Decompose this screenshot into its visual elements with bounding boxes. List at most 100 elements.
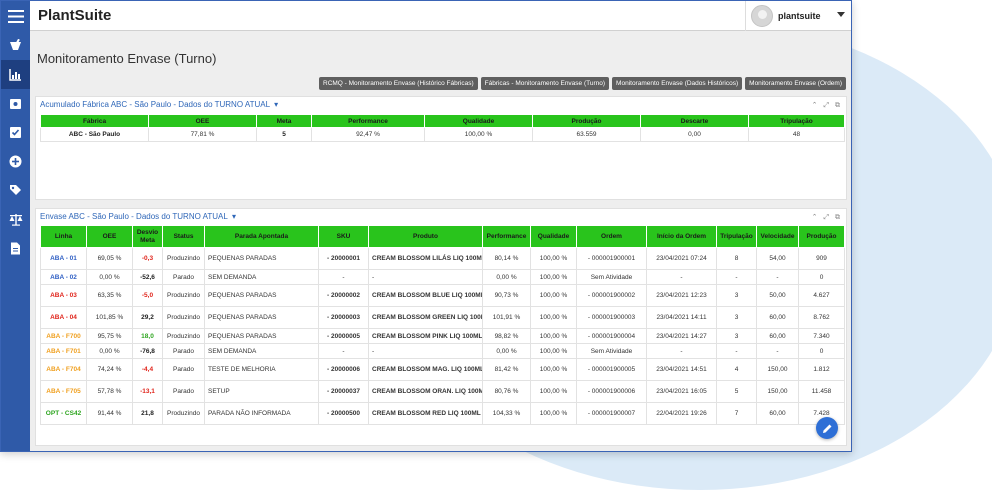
flask-icon[interactable] xyxy=(1,31,30,60)
scale-icon[interactable] xyxy=(1,205,30,234)
cell-ordem: - 000001900004 xyxy=(576,328,647,344)
cell-parada: PEQUENAS PARADAS xyxy=(204,328,319,344)
cell-linha: ABA - F700 xyxy=(40,328,87,344)
btn-fabricas-turno[interactable]: Fábricas - Monitoramento Envase (Turno) xyxy=(480,77,610,90)
app-window: PlantSuite plantsuite Monitoramento Enva… xyxy=(0,0,852,452)
factory-table: Fábrica OEE Meta Performance Qualidade Produç… xyxy=(40,114,845,142)
panel-tools-icon[interactable]: ⌃ ⤢ ⧉ xyxy=(812,213,842,222)
cell-perf: 98,82 % xyxy=(482,328,531,344)
table-row[interactable]: ABA - 01 69,05 % -0,3 Produzindo PEQUENAS PA… xyxy=(40,247,845,270)
cell-trip: 3 xyxy=(716,328,757,344)
menu-icon[interactable] xyxy=(1,1,30,31)
check-icon[interactable] xyxy=(1,118,30,147)
column-header: Desvio Meta xyxy=(132,225,163,248)
table-row[interactable]: OPT - CS42 91,44 % 21,8 Produzindo PARADA NÃ… xyxy=(40,402,845,425)
cell-ordem: - 000001900006 xyxy=(576,380,647,403)
cell-produto: - xyxy=(368,343,483,359)
cell-ordem: - 000001900003 xyxy=(576,306,647,329)
cell-inicio: 23/04/2021 16:05 xyxy=(646,380,717,403)
cell-parada: TESTE DE MELHORIA xyxy=(204,358,319,381)
cell-vel: 150,00 xyxy=(756,358,799,381)
column-header: OEE xyxy=(148,114,257,128)
user-name: plantsuite xyxy=(778,11,821,21)
cell-status: Produzindo xyxy=(162,247,205,270)
panel-envase: Envase ABC - São Paulo - Dados do TURNO … xyxy=(35,208,847,446)
cell-oee: 0,00 % xyxy=(86,269,133,285)
table-cell: 5 xyxy=(256,127,312,142)
cell-perf: 104,33 % xyxy=(482,402,531,425)
cell-vel: 54,00 xyxy=(756,247,799,270)
cell-perf: 0,00 % xyxy=(482,269,531,285)
table-row[interactable]: ABA - F700 95,75 % 18,0 Produzindo PEQUENAS … xyxy=(40,328,845,344)
cell-produto: CREAM BLOSSOM LILÁS LIQ 100ML xyxy=(368,247,483,270)
cell-desvio: 21,8 xyxy=(132,402,163,425)
cell-linha: ABA - 04 xyxy=(40,306,87,329)
cell-status: Produzindo xyxy=(162,328,205,344)
btn-ordem[interactable]: Monitoramento Envase (Ordem) xyxy=(745,77,846,90)
table-cell: 63.559 xyxy=(532,127,641,142)
cell-oee: 101,85 % xyxy=(86,306,133,329)
panel-title: Acumulado Fábrica ABC - São Paulo - Dado… xyxy=(40,100,279,109)
table-row[interactable]: ABA - 03 63,35 % -5,0 Produzindo PEQUENAS PA… xyxy=(40,284,845,307)
user-menu[interactable]: plantsuite xyxy=(745,1,851,31)
table-row[interactable]: ABA - F704 74,24 % -4,4 Parado TESTE DE MELH… xyxy=(40,358,845,381)
table-row[interactable]: ABA - F701 0,00 % -76,8 Parado SEM DEMANDA - -… xyxy=(40,343,845,359)
clipboard-icon[interactable] xyxy=(1,89,30,118)
table-cell: 92,47 % xyxy=(311,127,425,142)
cell-qual: 100,00 % xyxy=(530,343,577,359)
cell-qual: 100,00 % xyxy=(530,328,577,344)
column-header: Tripulação xyxy=(748,114,845,128)
chevron-down-icon[interactable] xyxy=(837,12,845,17)
btn-dados-historicos[interactable]: Monitoramento Envase (Dados Históricos) xyxy=(612,77,743,90)
edit-button[interactable] xyxy=(816,417,838,439)
cell-produto: CREAM BLOSSOM BLUE LIQ 100ML xyxy=(368,284,483,307)
table-row[interactable]: ABA - 04 101,85 % 29,2 Produzindo PEQUENAS P… xyxy=(40,306,845,329)
chart-icon[interactable] xyxy=(1,60,30,89)
cell-inicio: 22/04/2021 19:26 xyxy=(646,402,717,425)
btn-historico-fabricas[interactable]: RCMQ - Monitoramento Envase (Histórico F… xyxy=(319,77,478,90)
cell-vel: 50,00 xyxy=(756,284,799,307)
column-header: Performance xyxy=(311,114,425,128)
cell-trip: - xyxy=(716,343,757,359)
cell-qual: 100,00 % xyxy=(530,247,577,270)
cell-vel: 60,00 xyxy=(756,402,799,425)
lines-table: Linha OEE Desvio Meta Status Parada Apontada… xyxy=(40,225,845,425)
cell-oee: 0,00 % xyxy=(86,343,133,359)
cell-sku: - 20000002 xyxy=(318,284,369,307)
report-buttons: RCMQ - Monitoramento Envase (Histórico F… xyxy=(319,77,846,90)
cell-status: Parado xyxy=(162,358,205,381)
column-header: Velocidade xyxy=(756,225,799,248)
cell-produto: CREAM BLOSSOM PINK LIQ 100ML xyxy=(368,328,483,344)
cell-qual: 100,00 % xyxy=(530,306,577,329)
cell-linha: ABA - F704 xyxy=(40,358,87,381)
column-header: Fábrica xyxy=(40,114,149,128)
panel-tools-icon[interactable]: ⌃ ⤢ ⧉ xyxy=(812,101,842,110)
cell-produto: - xyxy=(368,269,483,285)
cell-ordem: Sem Atividade xyxy=(576,269,647,285)
cell-trip: 8 xyxy=(716,247,757,270)
tag-icon[interactable] xyxy=(1,176,30,205)
column-header: Qualidade xyxy=(424,114,533,128)
cell-vel: 60,00 xyxy=(756,306,799,329)
column-header: Qualidade xyxy=(530,225,577,248)
cell-prod: 1.812 xyxy=(798,358,845,381)
cell-desvio: -0,3 xyxy=(132,247,163,270)
column-header: Linha xyxy=(40,225,87,248)
cell-ordem: Sem Atividade xyxy=(576,343,647,359)
column-header: Ordem xyxy=(576,225,647,248)
document-icon[interactable] xyxy=(1,234,30,263)
sidebar xyxy=(1,1,30,451)
cell-inicio: 23/04/2021 14:11 xyxy=(646,306,717,329)
table-row[interactable]: ABA - F705 57,78 % -13,1 Parado SETUP - 20000… xyxy=(40,380,845,403)
cell-trip: - xyxy=(716,269,757,285)
cell-ordem: - 000001900005 xyxy=(576,358,647,381)
brand-title: PlantSuite xyxy=(38,7,112,24)
cell-inicio: 23/04/2021 14:51 xyxy=(646,358,717,381)
cell-perf: 90,73 % xyxy=(482,284,531,307)
table-row[interactable]: ABA - 02 0,00 % -52,6 Parado SEM DEMANDA - -0,… xyxy=(40,269,845,285)
cell-status: Parado xyxy=(162,343,205,359)
cell-desvio: -4,4 xyxy=(132,358,163,381)
plus-circle-icon[interactable] xyxy=(1,147,30,176)
cell-status: Produzindo xyxy=(162,402,205,425)
cell-sku: - 20000003 xyxy=(318,306,369,329)
